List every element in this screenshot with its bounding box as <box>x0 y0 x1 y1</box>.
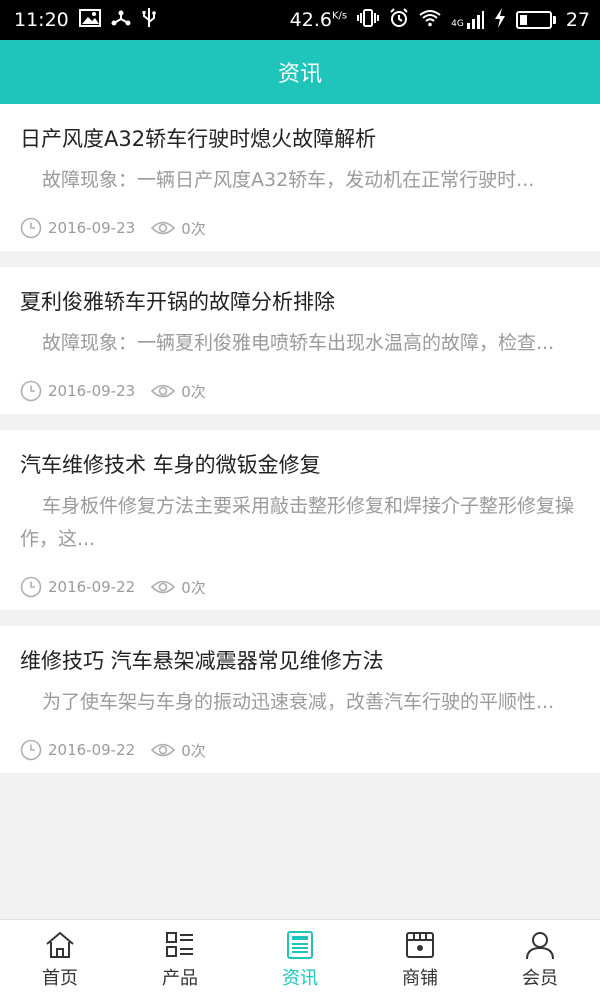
battery-cap <box>552 16 556 24</box>
news-date: 2016-09-22 <box>20 739 135 761</box>
status-bar-left: 11:20 <box>14 8 157 32</box>
news-date-text: 2016-09-23 <box>48 382 136 400</box>
news-date: 2016-09-23 <box>20 380 135 402</box>
news-title[interactable]: 日产风度A32轿车行驶时熄火故障解析 <box>20 124 580 154</box>
nav-products[interactable]: 产品 <box>120 930 240 990</box>
news-views-text: 0次 <box>181 578 206 597</box>
nav-products-label: 产品 <box>162 968 198 989</box>
nav-store-label: 商铺 <box>402 968 438 989</box>
news-meta: 2016-09-22 0次 <box>20 564 580 610</box>
clock-icon <box>20 576 42 598</box>
product-list-icon <box>166 932 193 957</box>
usb-icon <box>141 8 157 32</box>
battery-body <box>515 11 552 29</box>
eye-icon <box>151 743 176 757</box>
news-date: 2016-09-22 <box>20 576 135 598</box>
charging-icon <box>494 8 506 32</box>
image-icon <box>78 9 101 31</box>
news-meta: 2016-09-23 0次 <box>20 368 580 414</box>
news-item[interactable]: 日产风度A32轿车行驶时熄火故障解析 故障现象：一辆日产风度A32轿车，发动机在… <box>0 104 600 251</box>
news-views-text: 0次 <box>181 741 206 760</box>
news-item[interactable]: 汽车维修技术 车身的微钣金修复 车身板件修复方法主要采用敲击整形修复和焊接介子整… <box>0 430 600 610</box>
battery-fill <box>519 15 528 25</box>
news-summary: 故障现象：一辆日产风度A32轿车，发动机在正常行驶时... <box>42 169 535 191</box>
news-views: 0次 <box>151 381 206 402</box>
news-views: 0次 <box>151 218 206 239</box>
net-speed-unit: K/s <box>331 10 348 22</box>
news-title[interactable]: 夏利俊雅轿车开锅的故障分析排除 <box>20 287 580 317</box>
vibrate-icon <box>357 9 380 31</box>
news-summary: 为了使车架与车身的振动迅速衰减，改善汽车行驶的平顺性... <box>42 691 555 713</box>
news-title[interactable]: 维修技巧 汽车悬架减震器常见维修方法 <box>20 646 580 676</box>
news-item[interactable]: 夏利俊雅轿车开锅的故障分析排除 故障现象：一辆夏利俊雅电喷轿车出现水温高的故障，… <box>0 267 600 414</box>
signal-label: 4G <box>451 19 464 29</box>
clock-icon <box>20 217 42 239</box>
news-summary: 车身板件修复方法主要采用敲击整形修复和焊接介子整形修复操作，这... <box>20 495 575 550</box>
store-icon <box>406 932 434 958</box>
bottom-nav: 首页 产品 资讯 商铺 会员 <box>0 919 600 1000</box>
news-date: 2016-09-23 <box>20 217 135 239</box>
news-meta: 2016-09-22 0次 <box>20 727 580 773</box>
news-summary: 故障现象：一辆夏利俊雅电喷轿车出现水温高的故障，检查... <box>42 332 555 354</box>
news-meta: 2016-09-23 0次 <box>20 205 580 251</box>
news-icon <box>287 931 313 959</box>
wifi-icon <box>419 9 441 31</box>
news-date-text: 2016-09-22 <box>48 741 136 759</box>
cellular-signal-icon: 4G <box>451 11 484 29</box>
clock-icon <box>20 380 42 402</box>
news-views-text: 0次 <box>181 382 206 401</box>
status-bar-right: 42.6K/s 4G 27 <box>290 8 590 32</box>
news-title[interactable]: 汽车维修技术 车身的微钣金修复 <box>20 450 580 480</box>
net-speed-value: 42.6 <box>289 9 332 31</box>
eye-icon <box>151 580 176 594</box>
member-icon <box>526 932 554 960</box>
news-views: 0次 <box>151 740 206 761</box>
clock-icon <box>20 739 42 761</box>
news-page: 11:20 42.6K/s 4G 27 资讯 日产风度A32轿车行驶时熄火故障解… <box>0 0 600 1000</box>
nav-member[interactable]: 会员 <box>480 930 600 990</box>
battery-icon <box>515 11 556 29</box>
eye-icon <box>151 384 176 398</box>
home-icon <box>46 931 74 958</box>
battery-level: 27 <box>565 9 590 31</box>
nav-member-label: 会员 <box>522 968 558 989</box>
status-time: 11:20 <box>14 9 69 31</box>
share-icon <box>111 9 131 31</box>
news-views-text: 0次 <box>181 219 206 238</box>
nav-news[interactable]: 资讯 <box>240 930 360 990</box>
page-header: 资讯 <box>0 40 600 104</box>
news-item[interactable]: 维修技巧 汽车悬架减震器常见维修方法 为了使车架与车身的振动迅速衰减，改善汽车行… <box>0 626 600 773</box>
eye-icon <box>151 221 176 235</box>
alarm-icon <box>389 8 409 32</box>
nav-news-label: 资讯 <box>282 968 318 989</box>
news-views: 0次 <box>151 577 206 598</box>
news-feed[interactable]: 日产风度A32轿车行驶时熄火故障解析 故障现象：一辆日产风度A32轿车，发动机在… <box>0 104 600 919</box>
page-title: 资讯 <box>277 62 322 87</box>
news-date-text: 2016-09-22 <box>48 578 136 596</box>
status-bar: 11:20 42.6K/s 4G 27 <box>0 0 600 40</box>
news-date-text: 2016-09-23 <box>48 219 136 237</box>
nav-home[interactable]: 首页 <box>0 930 120 990</box>
net-speed: 42.6K/s <box>290 9 347 31</box>
nav-home-label: 首页 <box>42 968 78 989</box>
nav-store[interactable]: 商铺 <box>360 930 480 990</box>
